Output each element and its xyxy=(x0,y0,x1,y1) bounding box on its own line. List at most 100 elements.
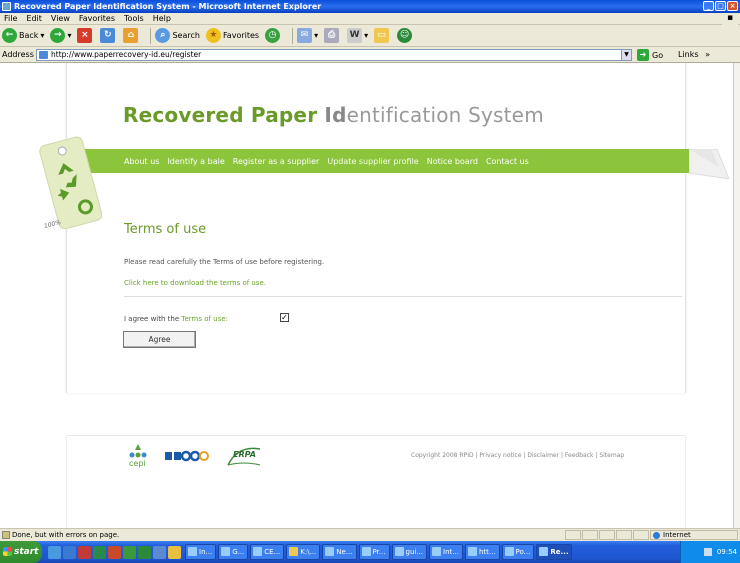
nav-about-us[interactable]: About us xyxy=(124,157,159,166)
taskbar-item[interactable]: Int... xyxy=(429,544,463,560)
taskbar-item[interactable]: gui... xyxy=(391,544,428,560)
nav-update-supplier-profile[interactable]: Update supplier profile xyxy=(327,157,418,166)
taskbar-item[interactable]: G... xyxy=(218,544,249,560)
print-icon: ⎙ xyxy=(324,28,340,43)
nav-identify-bale[interactable]: Identify a bale xyxy=(167,157,224,166)
refresh-button[interactable]: ↻ xyxy=(100,28,117,43)
stop-icon: × xyxy=(77,28,93,43)
address-input[interactable]: http://www.paperrecovery-id.eu/register … xyxy=(36,49,632,61)
task-label: Po... xyxy=(515,548,531,556)
status-cells xyxy=(565,530,649,540)
folder-button[interactable]: ▭ xyxy=(374,28,391,43)
title-part: ecovered xyxy=(138,103,251,127)
quicklaunch-icon[interactable] xyxy=(153,545,166,559)
forward-button[interactable]: → ▾ xyxy=(50,28,71,43)
standard-toolbar: ← Back ▾ → ▾ × ↻ ⌂ ⌕ Search ★ Favorites … xyxy=(0,25,740,47)
warning-icon[interactable] xyxy=(2,531,10,539)
address-label: Address xyxy=(2,50,34,59)
search-button[interactable]: ⌕ Search xyxy=(155,28,200,43)
quicklaunch-icon[interactable] xyxy=(93,545,106,559)
app-icon xyxy=(467,547,477,556)
quick-launch xyxy=(48,545,181,559)
title-part: R xyxy=(123,103,139,127)
divider xyxy=(124,296,682,297)
title-part: P xyxy=(250,103,266,127)
refresh-icon: ↻ xyxy=(100,28,116,43)
taskbar-item[interactable]: K:\... xyxy=(286,544,321,560)
task-label: CE... xyxy=(264,548,281,556)
maximize-button[interactable]: □ xyxy=(715,1,726,11)
menu-help[interactable]: Help xyxy=(153,14,171,23)
nav-contact-us[interactable]: Contact us xyxy=(486,157,529,166)
stop-button[interactable]: × xyxy=(77,28,94,43)
menu-edit[interactable]: Edit xyxy=(26,14,42,23)
taskbar-item[interactable]: CE... xyxy=(250,544,285,560)
close-button[interactable]: × xyxy=(727,1,738,11)
menu-bar: File Edit View Favorites Tools Help ▪ xyxy=(0,13,740,25)
quicklaunch-icon[interactable] xyxy=(63,545,76,559)
recycling-tag-logo xyxy=(39,136,102,230)
favorites-button[interactable]: ★ Favorites xyxy=(205,28,259,43)
history-button[interactable]: ◷ xyxy=(265,28,282,43)
search-icon: ⌕ xyxy=(155,28,171,43)
quicklaunch-icon[interactable] xyxy=(138,545,151,559)
toolbar-separator xyxy=(292,27,294,44)
taskbar-item[interactable]: In... xyxy=(185,544,217,560)
taskbar-item[interactable]: Po... xyxy=(501,544,535,560)
go-button[interactable]: ➔ Go xyxy=(637,49,663,61)
taskbar-item-active[interactable]: Re... xyxy=(536,544,573,560)
forward-arrow-icon: → xyxy=(50,28,66,43)
edit-button[interactable]: W ▾ xyxy=(347,28,368,43)
address-bar: Address http://www.paperrecovery-id.eu/r… xyxy=(0,47,740,63)
quicklaunch-icon[interactable] xyxy=(78,545,91,559)
tray-icon[interactable] xyxy=(703,548,712,556)
quicklaunch-icon[interactable] xyxy=(123,545,136,559)
download-terms-link[interactable]: Click here to download the terms of use. xyxy=(124,279,266,287)
taskbar-item[interactable]: htt... xyxy=(464,544,500,560)
title-part: aper xyxy=(265,103,325,127)
task-label: Pr... xyxy=(372,548,386,556)
address-dropdown-icon[interactable]: ▼ xyxy=(621,50,631,60)
zone-label: Internet xyxy=(663,531,691,539)
mail-button[interactable]: ✉ ▾ xyxy=(297,28,318,43)
menu-view[interactable]: View xyxy=(51,14,70,23)
vertical-scrollbar[interactable] xyxy=(733,63,740,528)
windows-flag-icon xyxy=(3,547,12,556)
security-zone: Internet xyxy=(650,530,738,540)
agree-button[interactable]: Agree xyxy=(123,331,196,348)
menu-tools[interactable]: Tools xyxy=(124,14,144,23)
quicklaunch-icon[interactable] xyxy=(48,545,61,559)
chevron-right-icon: » xyxy=(705,50,711,59)
page-curl-icon xyxy=(689,149,729,179)
nav-register-supplier[interactable]: Register as a supplier xyxy=(233,157,320,166)
quicklaunch-icon[interactable] xyxy=(108,545,121,559)
footer-copyright[interactable]: Copyright 2008 RPID | Privacy notice | D… xyxy=(411,452,624,459)
clock[interactable]: 09:54 xyxy=(717,548,737,556)
print-button[interactable]: ⎙ xyxy=(324,28,341,43)
site-navigation: About us Identify a bale Register as a s… xyxy=(56,149,689,173)
quicklaunch-icon[interactable] xyxy=(168,545,181,559)
menu-file[interactable]: File xyxy=(4,14,17,23)
messenger-button[interactable]: ☺ xyxy=(397,28,414,43)
edit-icon: W xyxy=(347,28,363,43)
back-button[interactable]: ← Back ▾ xyxy=(2,28,44,43)
task-label: G... xyxy=(232,548,245,556)
links-button[interactable]: Links » xyxy=(678,50,710,59)
folder-icon: ▭ xyxy=(374,28,390,43)
erpa-logo: ERPA xyxy=(224,443,264,469)
ie-icon xyxy=(2,2,11,11)
taskbar-item[interactable]: Ne... xyxy=(322,544,357,560)
taskbar-item[interactable]: Pr... xyxy=(358,544,390,560)
start-button[interactable]: start xyxy=(0,541,42,563)
nav-notice-board[interactable]: Notice board xyxy=(427,157,478,166)
terms-of-use-link[interactable]: Terms of use: xyxy=(181,315,228,323)
status-bar: Done, but with errors on page. Internet xyxy=(0,528,740,541)
toolbar-separator xyxy=(150,27,152,44)
app-icon xyxy=(221,547,231,556)
agree-checkbox[interactable]: ✓ xyxy=(280,313,289,322)
task-label: Int... xyxy=(443,548,459,556)
menu-favorites[interactable]: Favorites xyxy=(79,14,115,23)
home-button[interactable]: ⌂ xyxy=(123,28,140,43)
minimize-button[interactable]: _ xyxy=(703,1,714,11)
app-icon xyxy=(325,547,335,556)
